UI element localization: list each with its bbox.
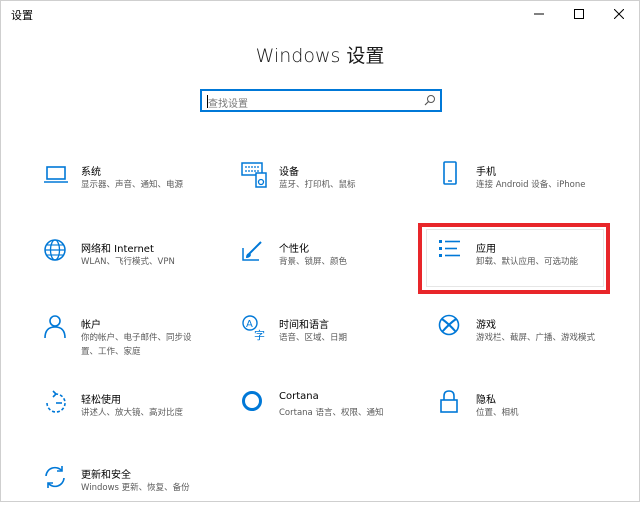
time-language-icon: A 字 <box>242 315 265 342</box>
tile-accounts[interactable]: 帐户 你的帐户、电子邮件、同步设 置、工作、家庭 <box>43 314 243 374</box>
maximize-button[interactable] <box>559 1 599 27</box>
search-box[interactable]: 查找设置 <box>200 89 442 112</box>
svg-text:A: A <box>246 319 253 330</box>
tile-desc: Cortana 语言、权限、通知 <box>279 408 384 418</box>
svg-text:字: 字 <box>254 328 265 342</box>
tile-apps[interactable]: 应用 卸载、默认应用、可选功能 <box>438 238 638 298</box>
tile-desc: 卸载、默认应用、可选功能 <box>476 257 579 267</box>
tile-network[interactable]: 网络和 Internet WLAN、飞行模式、VPN <box>43 238 243 298</box>
tile-update-security[interactable]: 更新和安全 Windows 更新、恢复、备份 <box>43 464 243 524</box>
tile-name: 网络和 Internet <box>81 244 154 255</box>
laptop-icon <box>44 166 68 183</box>
paint-brush-icon <box>242 241 262 261</box>
globe-icon <box>44 239 66 261</box>
tile-system[interactable]: 系统 显示器、声音、通知、电源 <box>43 161 243 221</box>
tile-desc-line2: 置、工作、家庭 <box>81 347 141 357</box>
xbox-icon <box>438 314 460 336</box>
tile-name: 系统 <box>81 167 101 178</box>
tile-name: 游戏 <box>476 320 496 331</box>
tile-devices[interactable]: 设备 蓝牙、打印机、鼠标 <box>241 161 441 221</box>
tile-desc: WLAN、飞行模式、VPN <box>81 257 175 267</box>
tile-cortana[interactable]: Cortana Cortana 语言、权限、通知 <box>241 389 441 449</box>
tile-desc: 游戏栏、截屏、广播、游戏模式 <box>476 333 596 343</box>
tile-desc-line1: 你的帐户、电子邮件、同步设 <box>81 333 192 343</box>
tile-time-language[interactable]: A 字 时间和语言 语音、区域、日期 <box>241 314 441 374</box>
window-title: 设置 <box>11 9 33 22</box>
tile-name: 隐私 <box>476 395 496 406</box>
tile-name: 帐户 <box>81 320 101 331</box>
close-icon <box>614 9 624 19</box>
close-button[interactable] <box>599 1 639 27</box>
search-icon[interactable] <box>424 94 436 106</box>
tile-ease-of-access[interactable]: 轻松使用 讲述人、放大镜、高对比度 <box>43 389 243 449</box>
maximize-icon <box>574 9 584 19</box>
tile-desc: Windows 更新、恢复、备份 <box>81 483 190 493</box>
tile-desc: 蓝牙、打印机、鼠标 <box>279 180 356 190</box>
tile-desc: 讲述人、放大镜、高对比度 <box>81 408 184 418</box>
update-icon <box>45 466 65 488</box>
tile-name: 设备 <box>279 167 299 178</box>
tile-name: Cortana <box>279 391 319 402</box>
title-bar: 设置 <box>1 1 639 27</box>
tile-desc: 连接 Android 设备、iPhone <box>476 180 586 190</box>
tile-desc: 语音、区域、日期 <box>279 333 348 343</box>
tile-name: 应用 <box>476 244 496 255</box>
tile-privacy[interactable]: 隐私 位置、相机 <box>438 389 638 449</box>
tile-name: 个性化 <box>279 244 309 255</box>
ease-of-access-icon <box>46 390 66 413</box>
tile-name: 轻松使用 <box>81 395 121 406</box>
lock-icon <box>440 390 458 413</box>
cortana-icon <box>242 391 262 411</box>
person-icon <box>44 315 66 339</box>
keyboard-speaker-icon <box>241 162 267 188</box>
apps-list-icon <box>439 240 460 257</box>
tile-desc: 背景、锁屏、颜色 <box>279 257 348 267</box>
tile-personalization[interactable]: 个性化 背景、锁屏、颜色 <box>241 238 441 298</box>
minimize-icon <box>534 13 544 15</box>
minimize-button[interactable] <box>519 1 559 27</box>
tile-name: 手机 <box>476 167 496 178</box>
tile-name: 时间和语言 <box>279 320 329 331</box>
tile-phone[interactable]: 手机 连接 Android 设备、iPhone <box>438 161 638 221</box>
tile-desc: 位置、相机 <box>476 408 519 418</box>
search-placeholder: 查找设置 <box>208 99 248 110</box>
tile-gaming[interactable]: 游戏 游戏栏、截屏、广播、游戏模式 <box>438 314 638 374</box>
tile-desc: 显示器、声音、通知、电源 <box>81 180 184 190</box>
phone-icon <box>443 161 457 185</box>
page-title: Windows 设置 <box>255 45 385 67</box>
tile-name: 更新和安全 <box>81 470 131 481</box>
